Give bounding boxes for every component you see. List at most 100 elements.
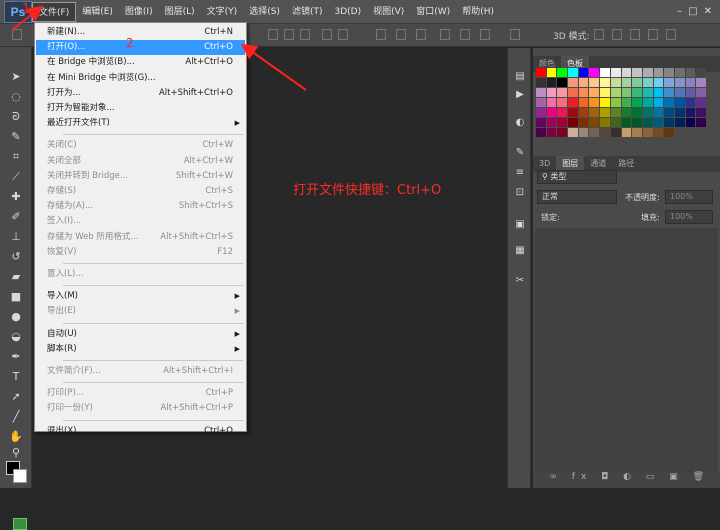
history-panel-icon[interactable]: ▤ bbox=[513, 70, 527, 84]
color-swatch[interactable] bbox=[536, 78, 546, 87]
color-swatch[interactable] bbox=[685, 78, 696, 87]
menu-select[interactable]: 选择(S) bbox=[243, 2, 286, 22]
file-menu-item[interactable]: 打印(P)... Ctrl+P bbox=[36, 386, 245, 401]
color-swatch[interactable] bbox=[621, 128, 632, 137]
color-swatch[interactable] bbox=[610, 98, 621, 107]
file-menu-item[interactable]: 导入(M) ▶ bbox=[36, 289, 245, 304]
file-menu-item[interactable]: 存储为(A)... Shift+Ctrl+S bbox=[36, 199, 245, 214]
file-menu-item[interactable]: 打印一份(Y) Alt+Shift+Ctrl+P bbox=[36, 401, 245, 416]
fill-input[interactable]: 100% bbox=[665, 210, 713, 224]
color-swatch[interactable] bbox=[600, 98, 610, 107]
color-swatch[interactable] bbox=[578, 128, 589, 137]
color-swatch[interactable] bbox=[621, 108, 632, 117]
color-swatch[interactable] bbox=[696, 98, 706, 107]
3d-roll-icon[interactable] bbox=[612, 29, 622, 40]
file-menu-item[interactable]: 在 Mini Bridge 中浏览(G)... bbox=[36, 71, 245, 86]
color-swatch[interactable] bbox=[589, 98, 600, 107]
color-swatch[interactable] bbox=[653, 118, 664, 127]
color-swatch[interactable] bbox=[610, 68, 621, 77]
align-middle-icon[interactable] bbox=[284, 29, 294, 40]
color-swatch[interactable] bbox=[664, 118, 674, 127]
color-swatch[interactable] bbox=[536, 68, 546, 77]
menu-layer[interactable]: 图层(L) bbox=[159, 2, 201, 22]
color-swatch[interactable] bbox=[568, 98, 578, 107]
file-menu-item[interactable]: 退出(X) Ctrl+Q bbox=[36, 424, 245, 439]
color-swatch[interactable] bbox=[632, 88, 642, 97]
file-menu-item[interactable]: 关闭并转到 Bridge... Shift+Ctrl+W bbox=[36, 169, 245, 184]
blur-tool-icon[interactable]: ● bbox=[7, 309, 25, 325]
color-swatch[interactable] bbox=[696, 88, 706, 97]
color-swatch[interactable] bbox=[568, 128, 578, 137]
color-swatch[interactable] bbox=[685, 118, 696, 127]
color-swatch[interactable] bbox=[696, 118, 706, 127]
color-swatch[interactable] bbox=[536, 118, 546, 127]
type-tool-icon[interactable]: T bbox=[7, 369, 25, 385]
color-swatch[interactable] bbox=[674, 98, 685, 107]
line-tool-icon[interactable]: ╱ bbox=[7, 409, 25, 425]
color-swatch[interactable] bbox=[685, 108, 696, 117]
color-swatch[interactable] bbox=[589, 108, 600, 117]
3d-pan-icon[interactable] bbox=[630, 29, 640, 40]
menu-image[interactable]: 图像(I) bbox=[119, 2, 159, 22]
color-swatch[interactable] bbox=[642, 68, 653, 77]
color-swatch[interactable] bbox=[632, 118, 642, 127]
color-swatch[interactable] bbox=[557, 108, 568, 117]
align-bottom-icon[interactable] bbox=[300, 29, 310, 40]
opacity-input[interactable]: 100% bbox=[665, 190, 713, 204]
color-swatch[interactable] bbox=[557, 118, 568, 127]
color-swatch[interactable] bbox=[632, 108, 642, 117]
color-swatch[interactable] bbox=[557, 88, 568, 97]
color-swatch[interactable] bbox=[578, 78, 589, 87]
color-swatch[interactable] bbox=[653, 128, 664, 137]
distribute-left-icon[interactable] bbox=[440, 29, 450, 40]
color-swatch[interactable] bbox=[674, 88, 685, 97]
color-swatch[interactable] bbox=[685, 68, 696, 77]
character-panel-icon[interactable]: ▣ bbox=[513, 218, 527, 232]
brush-panel-icon[interactable]: ✎ bbox=[513, 146, 527, 160]
distribute-bottom-icon[interactable] bbox=[416, 29, 426, 40]
color-swatch[interactable] bbox=[653, 108, 664, 117]
color-swatch[interactable] bbox=[557, 128, 568, 137]
distribute-top-icon[interactable] bbox=[376, 29, 386, 40]
color-swatch[interactable] bbox=[621, 118, 632, 127]
brush-tool-icon[interactable]: ✐ bbox=[7, 209, 25, 225]
color-swatch[interactable] bbox=[578, 88, 589, 97]
tool-presets-icon[interactable]: ✂ bbox=[513, 274, 527, 288]
menu-view[interactable]: 视图(V) bbox=[367, 2, 410, 22]
path-select-tool-icon[interactable]: ➚ bbox=[7, 389, 25, 405]
file-menu-item[interactable]: 文件简介(F)... Alt+Shift+Ctrl+I bbox=[36, 364, 245, 379]
color-swatch[interactable] bbox=[546, 118, 557, 127]
file-menu-item[interactable]: 自动(U) ▶ bbox=[36, 327, 245, 342]
align-top-icon[interactable] bbox=[268, 29, 278, 40]
zoom-tool-icon[interactable]: ⚲ bbox=[7, 445, 25, 461]
dodge-tool-icon[interactable]: ◒ bbox=[7, 329, 25, 345]
marquee-tool-icon[interactable]: ◌ bbox=[7, 89, 25, 105]
color-swatch[interactable] bbox=[664, 88, 674, 97]
color-swatch[interactable] bbox=[664, 68, 674, 77]
3d-rotate-icon[interactable] bbox=[594, 29, 604, 40]
brush-presets-icon[interactable]: ≡ bbox=[513, 166, 527, 180]
file-menu-item[interactable]: 在 Bridge 中浏览(B)... Alt+Ctrl+O bbox=[36, 55, 245, 70]
color-swatch[interactable] bbox=[546, 88, 557, 97]
auto-align-icon[interactable] bbox=[510, 29, 520, 40]
file-menu-item[interactable]: 关闭全部 Alt+Ctrl+W bbox=[36, 154, 245, 169]
eraser-tool-icon[interactable]: ▰ bbox=[7, 269, 25, 285]
color-swatch[interactable] bbox=[600, 118, 610, 127]
file-menu-item[interactable]: 导出(E) ▶ bbox=[36, 304, 245, 319]
color-swatch[interactable] bbox=[568, 78, 578, 87]
color-swatch[interactable] bbox=[568, 108, 578, 117]
color-swatch[interactable] bbox=[589, 118, 600, 127]
healing-brush-tool-icon[interactable]: ✚ bbox=[7, 189, 25, 205]
menu-type[interactable]: 文字(Y) bbox=[201, 2, 244, 22]
color-swatch[interactable] bbox=[664, 108, 674, 117]
menu-help[interactable]: 帮助(H) bbox=[456, 2, 500, 22]
color-swatch[interactable] bbox=[568, 68, 578, 77]
move-tool-icon[interactable]: ➤ bbox=[7, 69, 25, 85]
color-swatch[interactable] bbox=[600, 88, 610, 97]
color-swatch[interactable] bbox=[578, 108, 589, 117]
file-menu-item[interactable]: 置入(L)... bbox=[36, 267, 245, 282]
color-swatch[interactable] bbox=[642, 108, 653, 117]
color-swatch[interactable] bbox=[546, 78, 557, 87]
layers-footer-icons[interactable]: ∞ fx ◘ ◐ ▭ ▣ 🗑 bbox=[533, 472, 720, 488]
move-tool-icon[interactable] bbox=[12, 29, 22, 40]
